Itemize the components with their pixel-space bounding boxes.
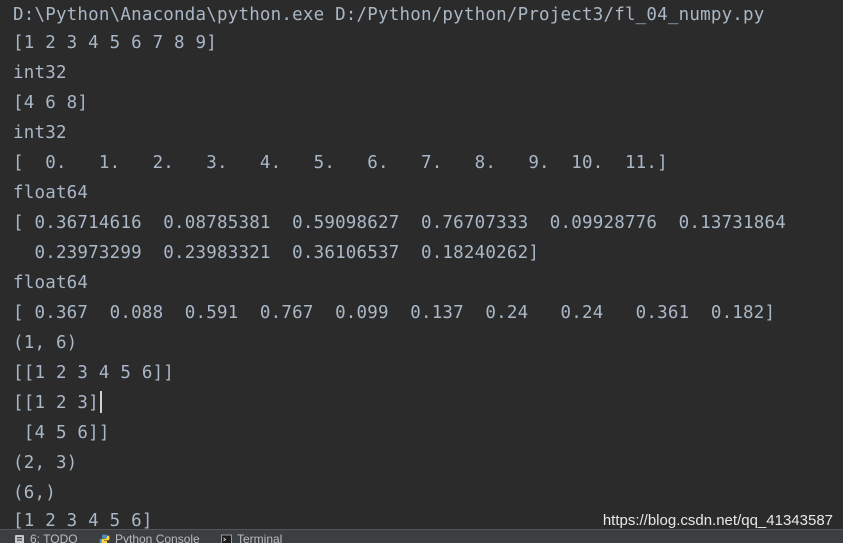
console-line: (2, 3): [13, 453, 78, 473]
text-caret: [99, 390, 102, 413]
tab-terminal[interactable]: Terminal: [221, 532, 282, 543]
bottom-tool-window-bar: 6: TODO Python Console Terminal: [0, 529, 843, 543]
console-line-text: [[1 2 3]: [13, 393, 99, 413]
console-line: D:\Python\Anaconda\python.exe D:/Python/…: [13, 5, 765, 25]
tab-python-console[interactable]: Python Console: [99, 532, 200, 543]
run-console-output[interactable]: D:\Python\Anaconda\python.exe D:/Python/…: [0, 0, 843, 529]
console-line: (6,): [13, 483, 56, 503]
console-line: [1 2 3 4 5 6]: [13, 511, 153, 529]
console-line: float64: [13, 273, 89, 293]
todo-icon: [15, 535, 24, 543]
tab-label: Python Console: [115, 532, 200, 543]
tab-todo[interactable]: 6: TODO: [14, 532, 78, 543]
tab-label: 6: TODO: [30, 532, 78, 543]
console-line: [[1 2 3 4 5 6]]: [13, 363, 175, 383]
watermark-text: https://blog.csdn.net/qq_41343587: [602, 512, 833, 529]
console-line: [ 0.36714616 0.08785381 0.59098627 0.767…: [13, 213, 786, 233]
python-icon: [99, 534, 110, 543]
console-line: int32: [13, 123, 67, 143]
console-line: 0.23973299 0.23983321 0.36106537 0.18240…: [13, 243, 540, 263]
console-line: float64: [13, 183, 89, 203]
console-line: [ 0. 1. 2. 3. 4. 5. 6. 7. 8. 9. 10. 11.]: [13, 153, 668, 173]
console-line: (1, 6): [13, 333, 78, 353]
console-line: int32: [13, 63, 67, 83]
console-line: [1 2 3 4 5 6 7 8 9]: [13, 33, 217, 53]
terminal-icon: [221, 534, 232, 543]
tab-label: Terminal: [237, 532, 283, 543]
console-line: [ 0.367 0.088 0.591 0.767 0.099 0.137 0.…: [13, 303, 776, 323]
console-line-with-caret: [[1 2 3]: [13, 388, 102, 418]
console-line: [4 5 6]]: [13, 423, 110, 443]
console-line: [4 6 8]: [13, 93, 89, 113]
